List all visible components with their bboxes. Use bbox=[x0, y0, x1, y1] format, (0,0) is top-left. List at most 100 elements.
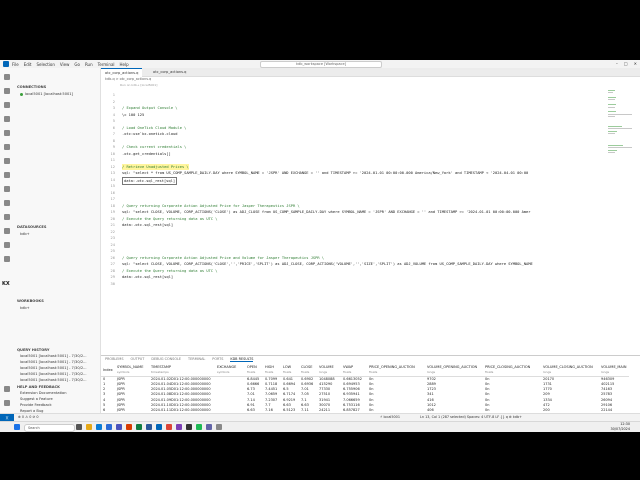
code-line[interactable]: 17 bbox=[101, 196, 640, 202]
git-graph-icon[interactable] bbox=[4, 214, 10, 220]
column-header[interactable]: HIGH floats bbox=[263, 365, 281, 377]
column-header[interactable]: TIMESTAMP timestamps bbox=[149, 365, 215, 377]
help-item-suggest[interactable]: Suggest a Feature bbox=[20, 397, 53, 401]
code-line[interactable]: 6 / Load OneTick Cloud Module \ bbox=[101, 125, 640, 131]
code-line[interactable]: 29 data:.otc.sql_rest[sql] bbox=[101, 274, 640, 280]
search-icon[interactable] bbox=[4, 88, 10, 94]
help-feedback-header[interactable]: HELP AND FEEDBACK bbox=[17, 385, 60, 389]
jupyter-icon[interactable] bbox=[4, 242, 10, 248]
account-icon[interactable] bbox=[4, 386, 10, 392]
menu-view[interactable]: View bbox=[60, 62, 70, 67]
kx-logo-icon[interactable]: KX bbox=[2, 281, 10, 287]
code-line[interactable]: 3 / Expand Output Console \ bbox=[101, 105, 640, 111]
history-item[interactable]: local5001 [localhost:5001] - 7/30/2... bbox=[20, 378, 87, 382]
code-line[interactable]: 9 / Check current credentials \ bbox=[101, 144, 640, 150]
datasources-header[interactable]: DATASOURCES bbox=[17, 225, 46, 229]
workbook-item[interactable]: kdb+ bbox=[20, 306, 30, 310]
terminal-icon[interactable] bbox=[186, 424, 192, 430]
database-icon[interactable] bbox=[4, 172, 10, 178]
column-header[interactable]: VOLUME_OPENING_AUCTION longs bbox=[425, 365, 483, 377]
code-line[interactable]: 4 \c 100 125 bbox=[101, 112, 640, 118]
minimap[interactable] bbox=[608, 85, 632, 165]
column-header[interactable]: VOLUME_CLOSING_AUCTION longs bbox=[541, 365, 599, 377]
chrome-icon[interactable] bbox=[166, 424, 172, 430]
source-control-icon[interactable] bbox=[4, 102, 10, 108]
code-line[interactable]: 30 bbox=[101, 281, 640, 287]
menu-help[interactable]: Help bbox=[120, 62, 129, 67]
workbooks-header[interactable]: WORKBOOKS bbox=[17, 299, 44, 303]
extensions-icon[interactable] bbox=[4, 130, 10, 136]
docker-icon[interactable] bbox=[4, 186, 10, 192]
help-item-docs[interactable]: Extension Documentation bbox=[20, 391, 67, 395]
onenote-icon[interactable] bbox=[176, 424, 182, 430]
column-header[interactable]: EXCHANGE symbols bbox=[215, 365, 245, 377]
tab-ports[interactable]: PORTS bbox=[212, 357, 223, 362]
code-line[interactable]: 22 bbox=[101, 229, 640, 235]
column-header[interactable]: Index bbox=[101, 365, 115, 377]
code-line[interactable]: 1 bbox=[101, 92, 640, 98]
tab-kdb-results[interactable]: KDB RESULTS bbox=[230, 357, 254, 362]
menu-edit[interactable]: Edit bbox=[24, 62, 32, 67]
close-icon[interactable]: ✕ bbox=[634, 61, 637, 66]
connection-status[interactable]: ⚡ local5001 bbox=[380, 414, 400, 421]
connection-item[interactable]: local5001 [localhost:5001] bbox=[20, 92, 73, 96]
code-line[interactable]: 27 sql: "select CLOSE, VOLUME, CORP_ACTIO… bbox=[101, 261, 640, 267]
tab-debug-console[interactable]: DEBUG CONSOLE bbox=[151, 357, 181, 362]
column-header[interactable]: OPEN floats bbox=[245, 365, 263, 377]
code-line[interactable]: 11 bbox=[101, 157, 640, 163]
start-icon[interactable] bbox=[14, 424, 20, 430]
outlook-icon[interactable] bbox=[106, 424, 112, 430]
tab-problems[interactable]: PROBLEMS bbox=[105, 357, 124, 362]
teams-icon[interactable] bbox=[116, 424, 122, 430]
datasource-item[interactable]: kdb+ bbox=[20, 232, 30, 236]
file-explorer-icon[interactable] bbox=[86, 424, 92, 430]
tab-terminal[interactable]: TERMINAL bbox=[188, 357, 205, 362]
code-line[interactable]: 15 bbox=[101, 183, 640, 189]
menu-selection[interactable]: Selection bbox=[36, 62, 54, 67]
connections-header[interactable]: CONNECTIONS bbox=[17, 85, 46, 89]
code-line[interactable]: 12 / Retrieve Unadjusted Prices \ bbox=[101, 163, 640, 170]
code-line[interactable]: 19 sql: "select CLOSE, VOLUME, CORP_ACTIO… bbox=[101, 209, 640, 215]
breadcrumb[interactable]: kdb-q > otc_corp_actions.q bbox=[105, 77, 151, 81]
menu-file[interactable]: File bbox=[12, 62, 19, 67]
word-icon[interactable] bbox=[146, 424, 152, 430]
query-history-header[interactable]: QUERY HISTORY bbox=[17, 348, 49, 352]
run-codelens[interactable]: Run on kdb+ [local5001] bbox=[120, 83, 157, 87]
tab-otc-corp-actions-2[interactable]: otc_corp_actions.q bbox=[149, 68, 190, 76]
app-icon[interactable] bbox=[216, 424, 222, 430]
vscode-taskbar-icon[interactable] bbox=[156, 424, 162, 430]
history-item[interactable]: local5001 [localhost:5001] - 7/30/2... bbox=[20, 360, 87, 364]
menu-go[interactable]: Go bbox=[74, 62, 80, 67]
code-line[interactable]: 13 sql: "select * from US_COMP_SAMPLE_DAI… bbox=[101, 170, 640, 176]
column-header[interactable]: PRICE_OPENING_AUCTION floats bbox=[367, 365, 425, 377]
menu-run[interactable]: Run bbox=[85, 62, 93, 67]
code-line[interactable]: 7 .otc:use`kx.onetick.cloud bbox=[101, 131, 640, 137]
code-line[interactable]: 14 data:.otc.sql_rest[sql] bbox=[101, 176, 640, 185]
help-item-feedback[interactable]: Provide Feedback bbox=[20, 403, 52, 407]
code-line[interactable]: 10 .otc.get_credentials[] bbox=[101, 151, 640, 157]
code-line[interactable]: 8 bbox=[101, 138, 640, 144]
app-icon[interactable] bbox=[196, 424, 202, 430]
column-header[interactable]: VOLUME_MAIN longs bbox=[599, 365, 629, 377]
code-line[interactable]: 28 / Execute the Query returning data as … bbox=[101, 268, 640, 274]
history-item[interactable]: local5001 [localhost:5001] - 7/30/2... bbox=[20, 372, 87, 376]
app-icon[interactable] bbox=[206, 424, 212, 430]
history-item[interactable]: local5001 [localhost:5001] - 7/30/2... bbox=[20, 354, 87, 358]
column-header[interactable]: PRICE_CLOSING_AUCTION floats bbox=[483, 365, 541, 377]
column-header[interactable]: SYMBOL_NAME symbols bbox=[115, 365, 149, 377]
python-icon[interactable] bbox=[4, 228, 10, 234]
column-header[interactable]: CLOSE floats bbox=[299, 365, 317, 377]
taskbar-clock[interactable]: 12:30 30/07/2024 bbox=[610, 422, 630, 431]
excel-icon[interactable] bbox=[136, 424, 142, 430]
problems-status[interactable]: ⊗ 0 ⚠ 0 ⊘ 0 bbox=[18, 414, 39, 421]
task-view-icon[interactable] bbox=[76, 424, 82, 430]
code-line[interactable]: 2 bbox=[101, 99, 640, 105]
explorer-icon[interactable] bbox=[4, 74, 10, 80]
command-center-search[interactable]: kdb_workspace [Workspace] bbox=[260, 61, 382, 68]
column-header[interactable]: VOLUME longs bbox=[317, 365, 341, 377]
live-share-icon[interactable] bbox=[4, 256, 10, 262]
history-item[interactable]: local5001 [localhost:5001] - 7/30/2... bbox=[20, 366, 87, 370]
tab-otc-corp-actions[interactable]: otc_corp_actions.q bbox=[101, 68, 143, 77]
code-line[interactable]: 18 / Query returning Corporate Action Adj… bbox=[101, 203, 640, 209]
code-line[interactable]: 26 / Query returning Corporate Action Adj… bbox=[101, 255, 640, 261]
